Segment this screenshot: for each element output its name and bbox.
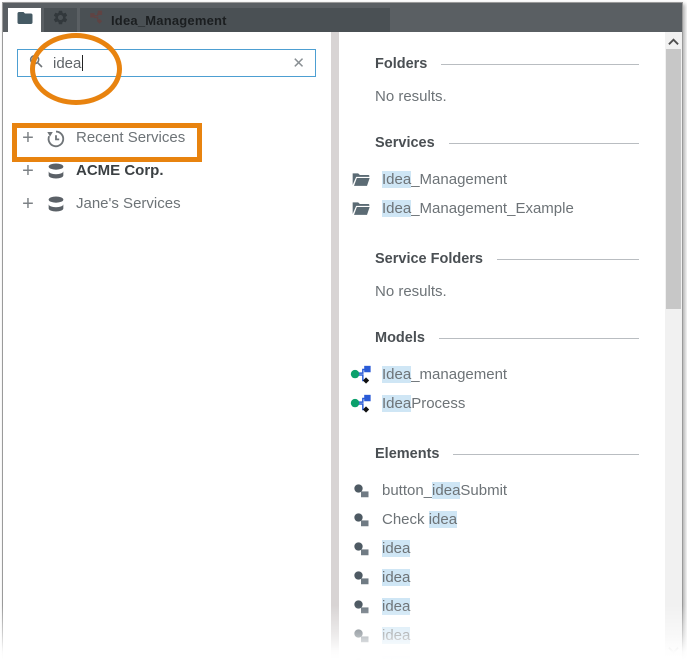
element-icon	[349, 596, 373, 618]
gear-icon	[52, 9, 69, 31]
navigator-panel: idea ✕ + Recent Services +	[3, 32, 331, 660]
panel-splitter[interactable]	[331, 32, 339, 660]
result-item-element[interactable]: idea	[349, 650, 639, 660]
search-match: idea	[429, 511, 457, 528]
scrollbar-thumb[interactable]	[666, 49, 681, 309]
tree-item-label: Recent Services	[76, 129, 185, 146]
section-header-folders: Folders	[375, 56, 639, 72]
section-header-elements: Elements	[375, 446, 639, 462]
service-tree: + Recent Services +	[3, 121, 331, 220]
search-icon	[28, 53, 44, 74]
section-divider	[497, 259, 639, 260]
tree-item-acme-corp[interactable]: + ACME Corp.	[3, 154, 331, 187]
result-item-element[interactable]: idea	[349, 563, 639, 592]
tab-explorer[interactable]	[8, 8, 41, 32]
elements-results: button_ideaSubmit Check idea idea idea	[375, 476, 639, 660]
search-value: idea	[53, 55, 83, 72]
search-match: idea	[382, 598, 410, 615]
result-item-model[interactable]: IdeaProcess	[349, 389, 639, 418]
section-title: Models	[375, 330, 425, 346]
element-icon	[349, 625, 373, 647]
tree-item-recent-services[interactable]: + Recent Services	[3, 121, 331, 154]
element-icon	[349, 567, 373, 589]
clear-search-icon[interactable]: ✕	[292, 56, 305, 71]
expand-icon[interactable]: +	[20, 130, 36, 146]
section-header-models: Models	[375, 330, 639, 346]
models-results: Idea_management IdeaProcess	[375, 360, 639, 418]
section-header-service-folders: Service Folders	[375, 251, 639, 267]
result-item-element[interactable]: button_ideaSubmit	[349, 476, 639, 505]
services-results: Idea_Management Idea_Management_Example	[375, 165, 639, 223]
expand-icon[interactable]: +	[20, 196, 36, 212]
tab-idea-management[interactable]: Idea_Management	[80, 8, 390, 32]
section-divider	[441, 64, 639, 65]
tree-item-label: Jane's Services	[76, 195, 181, 212]
database-icon	[45, 193, 67, 215]
section-title: Folders	[375, 56, 427, 72]
element-icon	[349, 480, 373, 502]
scroll-up-icon[interactable]	[665, 34, 682, 49]
search-match: Idea	[382, 200, 411, 217]
search-match: idea	[382, 569, 410, 586]
screenshot-root: Idea_Management idea ✕ + Recent	[0, 0, 687, 660]
section-divider	[449, 143, 639, 144]
search-match: idea	[382, 540, 410, 557]
tree-item-janes-services[interactable]: + Jane's Services	[3, 187, 331, 220]
section-header-services: Services	[375, 135, 639, 151]
scroll-down-icon[interactable]	[665, 642, 682, 657]
vertical-scrollbar[interactable]	[665, 32, 682, 660]
text-caret	[82, 55, 83, 71]
element-icon	[349, 509, 373, 531]
search-match: Idea	[382, 395, 411, 412]
search-match: Idea	[382, 171, 411, 188]
result-item-service[interactable]: Idea_Management_Example	[349, 194, 639, 223]
model-icon	[349, 364, 373, 386]
expand-icon[interactable]: +	[20, 163, 36, 179]
element-icon	[349, 538, 373, 560]
no-results-text: No results.	[375, 88, 639, 105]
search-match: idea	[382, 627, 410, 644]
search-match: Idea	[382, 366, 411, 383]
tab-bar: Idea_Management	[3, 3, 682, 32]
section-divider	[439, 338, 639, 339]
search-results-panel: Folders No results. Services Idea_Manage…	[339, 32, 665, 660]
section-title: Service Folders	[375, 251, 483, 267]
search-input[interactable]: idea ✕	[17, 49, 316, 77]
folder-open-icon	[349, 198, 373, 220]
tab-settings[interactable]	[44, 8, 77, 32]
result-item-element[interactable]: Check idea	[349, 505, 639, 534]
search-match: idea	[432, 482, 460, 499]
recent-icon	[45, 127, 67, 149]
database-icon	[45, 160, 67, 182]
folder-icon	[16, 9, 34, 32]
section-divider	[453, 454, 639, 455]
model-icon	[349, 393, 373, 415]
result-item-element[interactable]: idea	[349, 621, 639, 650]
tree-item-label: ACME Corp.	[76, 162, 164, 179]
tab-label: Idea_Management	[111, 13, 227, 28]
search-match: idea	[382, 656, 410, 660]
section-title: Services	[375, 135, 435, 151]
result-item-service[interactable]: Idea_Management	[349, 165, 639, 194]
process-icon	[89, 10, 104, 30]
folder-open-icon	[349, 169, 373, 191]
result-item-model[interactable]: Idea_management	[349, 360, 639, 389]
result-item-element[interactable]: idea	[349, 592, 639, 621]
result-item-element[interactable]: idea	[349, 534, 639, 563]
no-results-text: No results.	[375, 283, 639, 300]
app-window: Idea_Management idea ✕ + Recent	[2, 2, 683, 660]
section-title: Elements	[375, 446, 439, 462]
element-icon	[349, 654, 373, 660]
